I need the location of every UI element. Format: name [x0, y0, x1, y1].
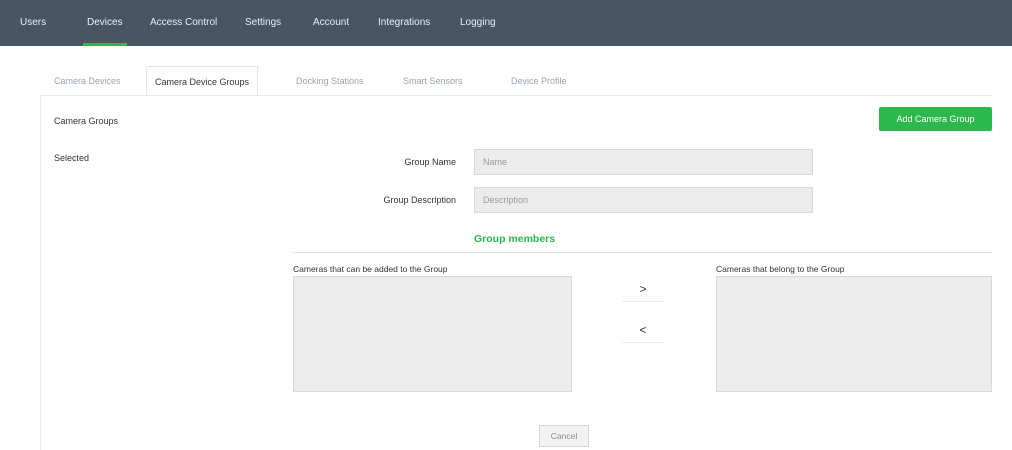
camera-groups-title: Camera Groups	[54, 116, 119, 126]
group-name-input[interactable]	[474, 149, 813, 175]
move-right-button[interactable]: >	[622, 277, 664, 301]
tab-docking-stations[interactable]: Docking Stations	[296, 66, 364, 96]
nav-item-devices[interactable]: Devices	[83, 0, 127, 46]
top-navigation-bar: Users Devices Access Control Settings Ac…	[0, 0, 1012, 46]
add-camera-group-button[interactable]: Add Camera Group	[879, 107, 992, 131]
cancel-button[interactable]: Cancel	[539, 425, 589, 447]
available-cameras-label: Cameras that can be added to the Group	[293, 264, 448, 274]
nav-item-settings[interactable]: Settings	[245, 0, 281, 46]
group-members-title: Group members	[474, 233, 556, 245]
assigned-cameras-label: Cameras that belong to the Group	[716, 264, 845, 274]
group-description-input[interactable]	[474, 187, 813, 213]
group-name-label: Group Name	[404, 157, 456, 167]
tab-smart-sensors[interactable]: Smart Sensors	[403, 66, 463, 96]
nav-item-account[interactable]: Account	[313, 0, 349, 46]
assigned-cameras-list[interactable]	[716, 276, 992, 392]
subtabs-divider	[40, 95, 992, 96]
group-description-label: Group Description	[383, 195, 456, 205]
nav-item-integrations[interactable]: Integrations	[378, 0, 430, 46]
move-left-button[interactable]: <	[622, 318, 664, 342]
nav-item-logging[interactable]: Logging	[460, 0, 496, 46]
group-members-divider	[293, 252, 992, 253]
nav-item-users[interactable]: Users	[20, 0, 46, 46]
tab-camera-devices[interactable]: Camera Devices	[54, 66, 121, 96]
tab-device-profile[interactable]: Device Profile	[511, 66, 567, 96]
nav-item-access-control[interactable]: Access Control	[150, 0, 217, 46]
sub-tabs: Camera Devices Camera Device Groups Dock…	[40, 66, 992, 96]
tab-camera-device-groups[interactable]: Camera Device Groups	[146, 66, 259, 96]
sidebar-divider	[40, 96, 41, 450]
available-cameras-list[interactable]	[293, 276, 572, 392]
sidebar-item-selected[interactable]: Selected	[54, 153, 89, 163]
